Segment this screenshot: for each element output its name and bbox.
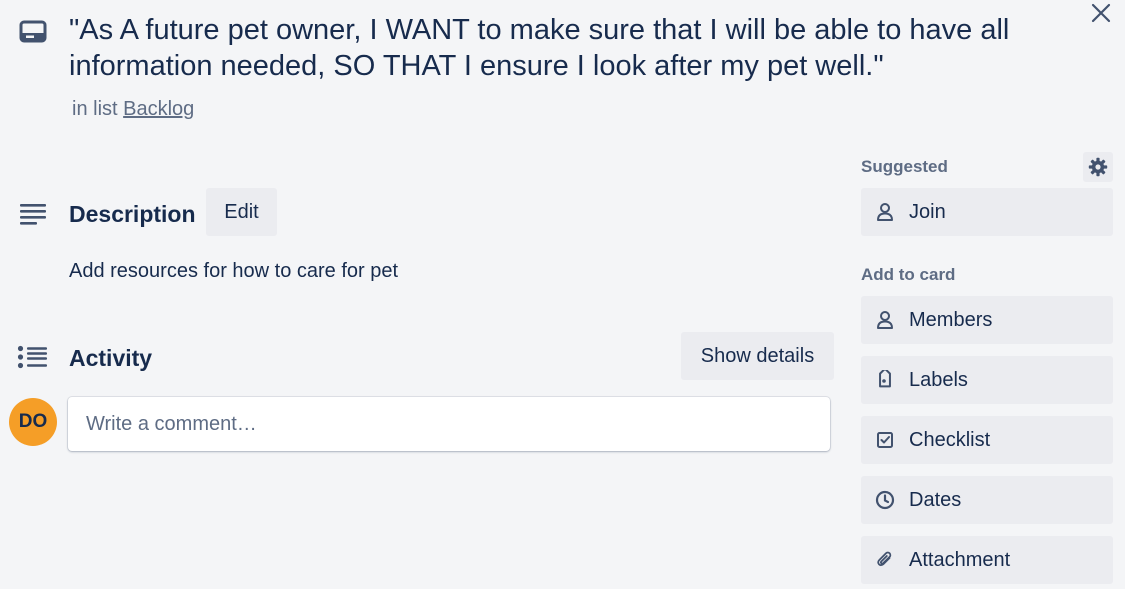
checkbox-icon: [875, 430, 895, 450]
list-prefix: in list: [72, 98, 124, 120]
attachment-button[interactable]: Attachment: [861, 536, 1113, 584]
description-icon: [19, 202, 47, 226]
gear-icon: [1088, 157, 1108, 177]
dates-button[interactable]: Dates: [861, 476, 1113, 524]
card-title[interactable]: "As A future pet owner, I WANT to make s…: [69, 12, 1069, 84]
join-button[interactable]: Join: [861, 188, 1113, 236]
add-to-card-label: Add to card: [861, 265, 956, 284]
description-heading: Description: [69, 201, 196, 227]
avatar[interactable]: DO: [9, 398, 57, 446]
checklist-button[interactable]: Checklist: [861, 416, 1113, 464]
labels-button[interactable]: Labels: [861, 356, 1113, 404]
person-icon: [875, 310, 895, 330]
close-icon: [1091, 3, 1111, 23]
activity-heading: Activity: [69, 345, 153, 371]
suggested-settings-button[interactable]: [1083, 152, 1113, 182]
close-button[interactable]: [1086, 0, 1116, 26]
checklist-label: Checklist: [909, 428, 991, 451]
suggested-label: Suggested: [861, 157, 948, 176]
paperclip-icon: [875, 550, 895, 570]
activity-icon: [17, 345, 49, 369]
card-icon: [19, 20, 47, 44]
edit-description-button[interactable]: Edit: [206, 188, 277, 236]
list-link[interactable]: Backlog: [123, 98, 194, 120]
list-breadcrumb: in list Backlog: [72, 96, 194, 122]
members-label: Members: [909, 308, 993, 331]
show-details-button[interactable]: Show details: [681, 332, 834, 380]
join-label: Join: [909, 200, 946, 223]
description-text[interactable]: Add resources for how to care for pet: [69, 258, 398, 284]
clock-icon: [875, 490, 895, 510]
labels-label: Labels: [909, 368, 968, 391]
person-icon: [875, 202, 895, 222]
attachment-label: Attachment: [909, 548, 1011, 571]
comment-input[interactable]: Write a comment…: [68, 397, 830, 451]
dates-label: Dates: [909, 488, 962, 511]
members-button[interactable]: Members: [861, 296, 1113, 344]
tag-icon: [875, 370, 895, 390]
